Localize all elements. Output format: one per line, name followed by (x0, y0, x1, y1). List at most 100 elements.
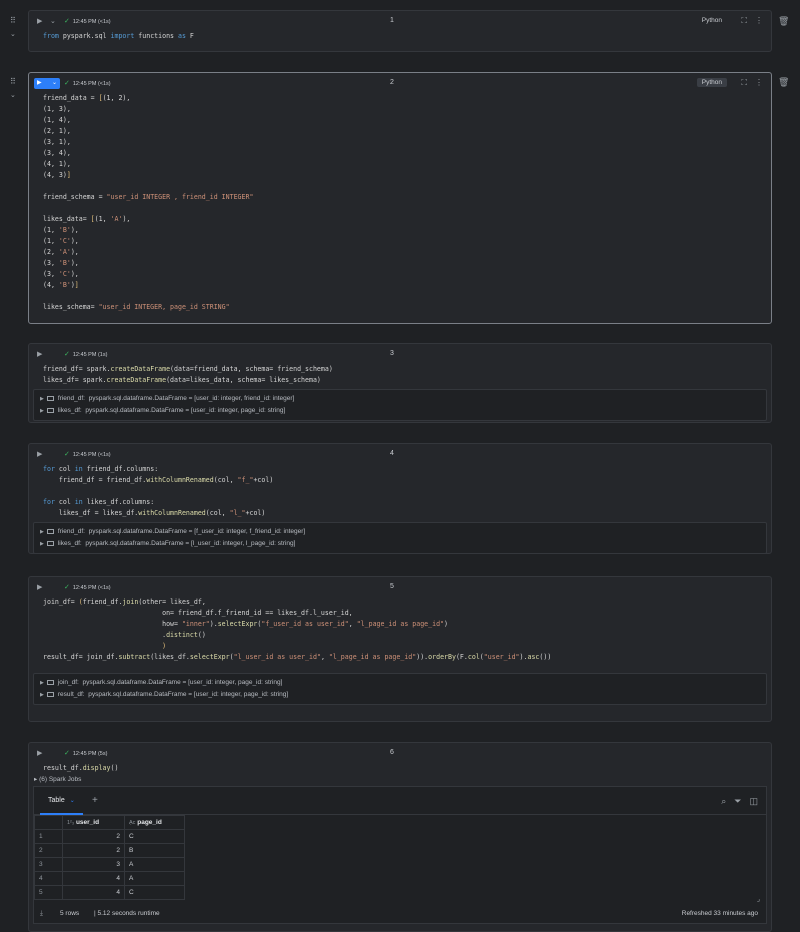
cell-user-id[interactable]: 4 (62, 885, 125, 900)
string-type-icon: A᷊c (129, 820, 136, 826)
result-table: 1²₃ user_id A᷊c page_id 12C 22B 33A 44A … (34, 815, 185, 900)
cell-user-id[interactable]: 2 (62, 829, 125, 844)
dataframe-output-row[interactable]: ▶ friend_df: pyspark.sql.dataframe.DataFr… (34, 526, 766, 538)
run-cell-icon[interactable]: ▶ (37, 17, 42, 25)
table-row[interactable]: 12C (34, 829, 185, 844)
notebook-cell-1[interactable]: ▶ ⌄ ✓ 12:45 PM (<1s) 1 Python ⛶ ⋮ from py… (28, 10, 772, 52)
row-index: 2 (34, 843, 63, 858)
runtime: | 5.12 seconds runtime (94, 910, 160, 917)
expand-triangle-icon[interactable]: ▶ (40, 680, 44, 686)
table-icon (46, 691, 54, 697)
dataframe-output-row[interactable]: ▶ result_df: pyspark.sql.dataframe.DataFr… (34, 689, 766, 701)
success-check-icon: ✓ (64, 750, 70, 757)
run-cell-icon[interactable]: ▶ (37, 350, 42, 358)
table-row[interactable]: 33A (34, 857, 185, 872)
trash-icon[interactable]: 🗑 (778, 77, 790, 88)
cell-number: 1 (390, 17, 394, 24)
table-icon (46, 679, 54, 685)
cell-status: ✓ 12:45 PM (<1s) (64, 584, 111, 591)
dataframe-output-row[interactable]: ▶ likes_df: pyspark.sql.dataframe.DataFra… (34, 405, 766, 417)
expand-icon[interactable]: ⛶ (741, 78, 747, 88)
column-header-page-id[interactable]: A᷊c page_id (124, 815, 185, 830)
success-check-icon: ✓ (64, 584, 70, 591)
expand-triangle-icon[interactable]: ▶ (40, 529, 44, 535)
add-visualization-icon[interactable]: + (92, 795, 98, 806)
table-icon (46, 540, 54, 546)
run-options-chevron-icon[interactable]: ⌄ (50, 17, 56, 25)
language-selector[interactable]: Python (697, 16, 727, 25)
cell-number: 3 (390, 350, 394, 357)
cell-user-id[interactable]: 4 (62, 871, 125, 886)
code-editor[interactable]: from pyspark.sql import functions as F (29, 31, 771, 42)
cell-number: 5 (390, 583, 394, 590)
dataframe-output-row[interactable]: ▶ join_df: pyspark.sql.dataframe.DataFram… (34, 677, 766, 689)
notebook-cell-3[interactable]: ▶ ✓ 12:45 PM (1s) 3 friend_df= spark.crea… (28, 343, 772, 423)
spark-jobs-toggle[interactable]: ▸ (6) Spark Jobs (29, 774, 771, 786)
run-cell-button[interactable]: ▶ ⌄ (34, 78, 60, 89)
run-cell-icon[interactable]: ▶ (37, 450, 42, 458)
table-row[interactable]: 44A (34, 871, 185, 886)
filter-icon[interactable]: ⏷ (734, 796, 741, 806)
trash-icon[interactable]: 🗑 (778, 16, 790, 27)
expand-triangle-icon[interactable]: ▶ (40, 408, 44, 414)
drag-handle-icon[interactable]: ⠿ (10, 16, 16, 25)
cell-page-id[interactable]: A (124, 857, 185, 872)
code-editor[interactable]: for col in friend_df.columns: friend_df … (29, 464, 771, 519)
sidebar-toggle-icon[interactable]: ◫ (749, 796, 758, 806)
cell-user-id[interactable]: 3 (62, 857, 125, 872)
drag-handle-icon[interactable]: ⠿ (10, 77, 16, 86)
more-options-icon[interactable]: ⋮ (755, 78, 763, 87)
notebook-cell-6[interactable]: ▶ ✓ 12:45 PM (5s) 6 result_df.display() ▸… (28, 742, 772, 932)
resize-handle-icon[interactable]: ⌟ (757, 895, 760, 903)
expand-triangle-icon[interactable]: ▸ (34, 776, 37, 783)
cell-page-id[interactable]: C (124, 829, 185, 844)
success-check-icon: ✓ (64, 351, 70, 358)
success-check-icon: ✓ (64, 80, 70, 87)
cell-2-gutter[interactable]: ⠿ ⌄ (10, 77, 22, 100)
row-index: 1 (34, 829, 63, 844)
tab-table[interactable]: Table ⌄ (40, 793, 83, 815)
table-icon (46, 528, 54, 534)
cell-user-id[interactable]: 2 (62, 843, 125, 858)
dataframe-output-row[interactable]: ▶ likes_df: pyspark.sql.dataframe.DataFra… (34, 538, 766, 550)
row-index: 3 (34, 857, 63, 872)
cell-page-id[interactable]: B (124, 843, 185, 858)
row-index: 4 (34, 871, 63, 886)
run-cell-icon[interactable]: ▶ (37, 749, 42, 757)
expand-icon[interactable]: ⛶ (741, 16, 747, 26)
language-selector[interactable]: Python (696, 78, 727, 87)
row-count: 5 rows (60, 910, 80, 917)
table-icon (46, 407, 54, 413)
run-cell-icon[interactable]: ▶ (37, 583, 42, 591)
expand-triangle-icon[interactable]: ▶ (40, 692, 44, 698)
integer-type-icon: 1²₃ (67, 820, 75, 826)
result-tabs: Table ⌄ + ⌕ ⏷ ◫ (34, 787, 766, 815)
result-table-panel: Table ⌄ + ⌕ ⏷ ◫ 1²₃ user_id A᷊c page_id 12C… (33, 786, 767, 924)
dataframe-output-row[interactable]: ▶ friend_df: pyspark.sql.dataframe.DataFr… (34, 393, 766, 405)
cell-page-id[interactable]: A (124, 871, 185, 886)
collapse-chevron-icon[interactable]: ⌄ (10, 92, 22, 99)
expand-triangle-icon[interactable]: ▶ (40, 396, 44, 402)
cell-page-id[interactable]: C (124, 885, 185, 900)
more-options-icon[interactable]: ⋮ (755, 16, 763, 25)
notebook-cell-5[interactable]: ▶ ✓ 12:45 PM (<1s) 5 join_df= (friend_df.… (28, 576, 772, 722)
code-editor[interactable]: join_df= (friend_df.join(other= likes_df… (29, 597, 771, 663)
table-row[interactable]: 22B (34, 843, 185, 858)
code-editor[interactable]: friend_data = [(1, 2), (1, 3), (1, 4), (… (29, 93, 771, 313)
expand-triangle-icon[interactable]: ▶ (40, 541, 44, 547)
code-editor[interactable]: friend_df= spark.createDataFrame(data=fr… (29, 364, 771, 386)
cell-number: 2 (390, 79, 394, 86)
cell-status: ✓ 12:45 PM (1s) (64, 351, 108, 358)
column-header-user-id[interactable]: 1²₃ user_id (62, 815, 125, 830)
success-check-icon: ✓ (64, 18, 70, 25)
cell-1-gutter[interactable]: ⠿ ⌄ (10, 16, 22, 39)
row-index: 5 (34, 885, 63, 900)
notebook-cell-4[interactable]: ▶ ✓ 12:45 PM (<1s) 4 for col in friend_df… (28, 443, 772, 554)
notebook-cell-2[interactable]: ▶ ⌄ ✓ 12:45 PM (<1s) 2 Python ⛶ ⋮ friend_d… (28, 72, 772, 324)
search-icon[interactable]: ⌕ (721, 796, 726, 806)
code-editor[interactable]: result_df.display() (29, 763, 771, 774)
download-icon[interactable]: ⤓ (40, 905, 43, 923)
chevron-down-icon[interactable]: ⌄ (70, 798, 75, 804)
table-row[interactable]: 54C (34, 885, 185, 900)
collapse-chevron-icon[interactable]: ⌄ (10, 31, 22, 38)
